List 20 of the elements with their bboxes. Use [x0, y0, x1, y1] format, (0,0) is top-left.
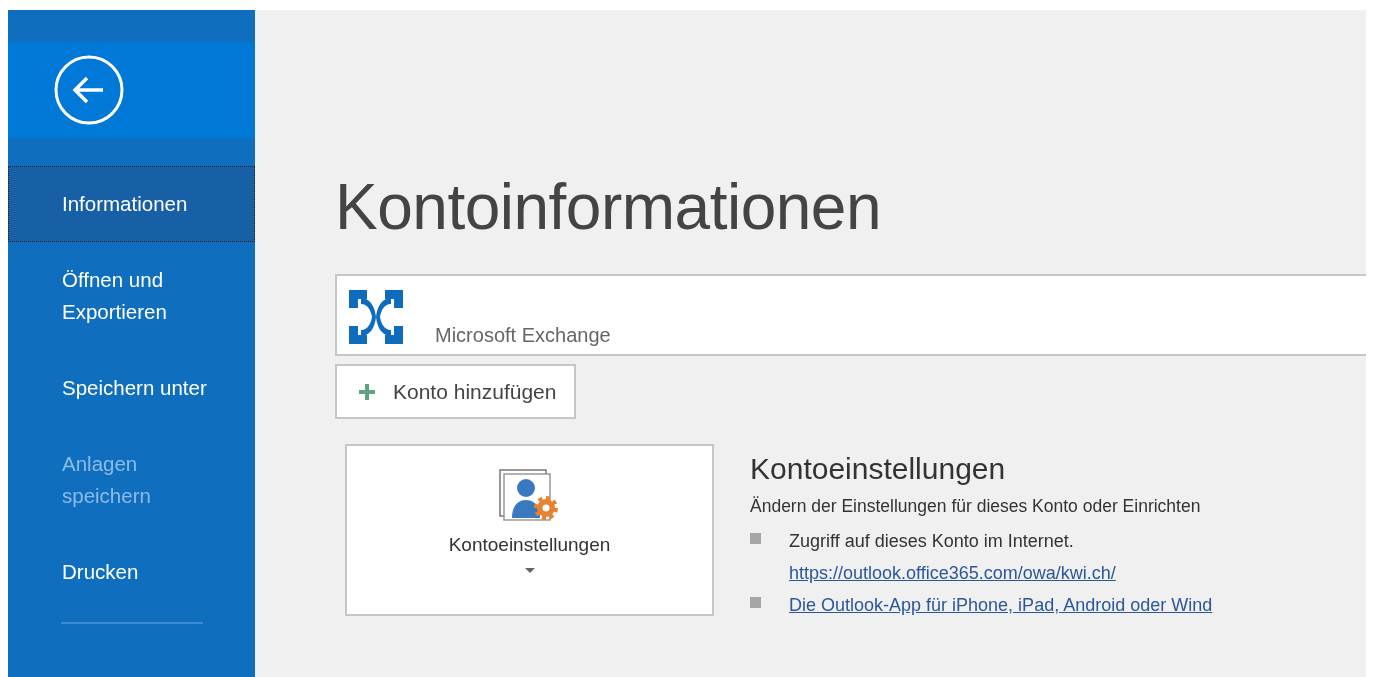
sidebar-item[interactable]: Drucken [8, 534, 255, 610]
account-type: Microsoft Exchange [435, 324, 611, 347]
account-settings-button[interactable]: Kontoeinstellungen [345, 444, 714, 616]
account-selector[interactable]: Microsoft Exchange [335, 274, 1366, 356]
section-description: Ändern der Einstellungen für dieses Konto oder Einrichten [750, 496, 1202, 517]
dropdown-caret-icon [524, 568, 535, 574]
link[interactable]: https://outlook.office365.com/owa/kwi.ch/ [789, 563, 1116, 583]
sidebar-item[interactable]: Informationen [8, 166, 255, 242]
back-button[interactable] [54, 55, 124, 125]
sidebar-item[interactable]: Speichern unter [8, 350, 255, 426]
bullet-icon [750, 597, 761, 608]
exchange-logo-icon [347, 288, 405, 346]
plus-icon [359, 383, 375, 400]
bullet-text: Zugriff auf dieses Konto im Internet. [789, 530, 1075, 553]
section-title: Kontoeinstellungen [750, 452, 1007, 486]
add-account-button[interactable]: Konto hinzufügen [335, 364, 577, 419]
link[interactable]: Die Outlook-App für iPhone, iPad, Android oder Wind [789, 595, 1213, 615]
sidebar-item[interactable]: Öffnen und Exportieren [8, 242, 255, 350]
page-title: Kontoinformationen [335, 170, 883, 245]
bullet-icon [750, 533, 761, 544]
